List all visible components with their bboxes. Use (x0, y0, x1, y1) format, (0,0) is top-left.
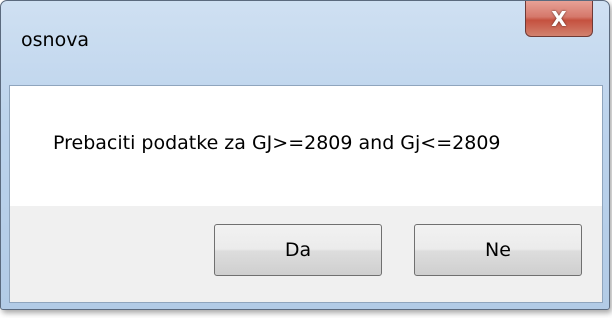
message-area: Prebaciti podatke za GJ>=2809 and Gj<=28… (10, 86, 602, 206)
dialog-client-area: Prebaciti podatke za GJ>=2809 and Gj<=28… (9, 85, 603, 303)
close-icon: X (551, 6, 567, 31)
close-button[interactable]: X (525, 1, 593, 37)
title-bar[interactable]: osnova X (1, 1, 609, 85)
window-title: osnova (21, 29, 90, 51)
dialog-window: osnova X Prebaciti podatke za GJ>=2809 a… (0, 0, 610, 310)
message-text: Prebaciti podatke za GJ>=2809 and Gj<=28… (53, 132, 501, 154)
no-button[interactable]: Ne (414, 224, 582, 276)
yes-button[interactable]: Da (214, 224, 382, 276)
